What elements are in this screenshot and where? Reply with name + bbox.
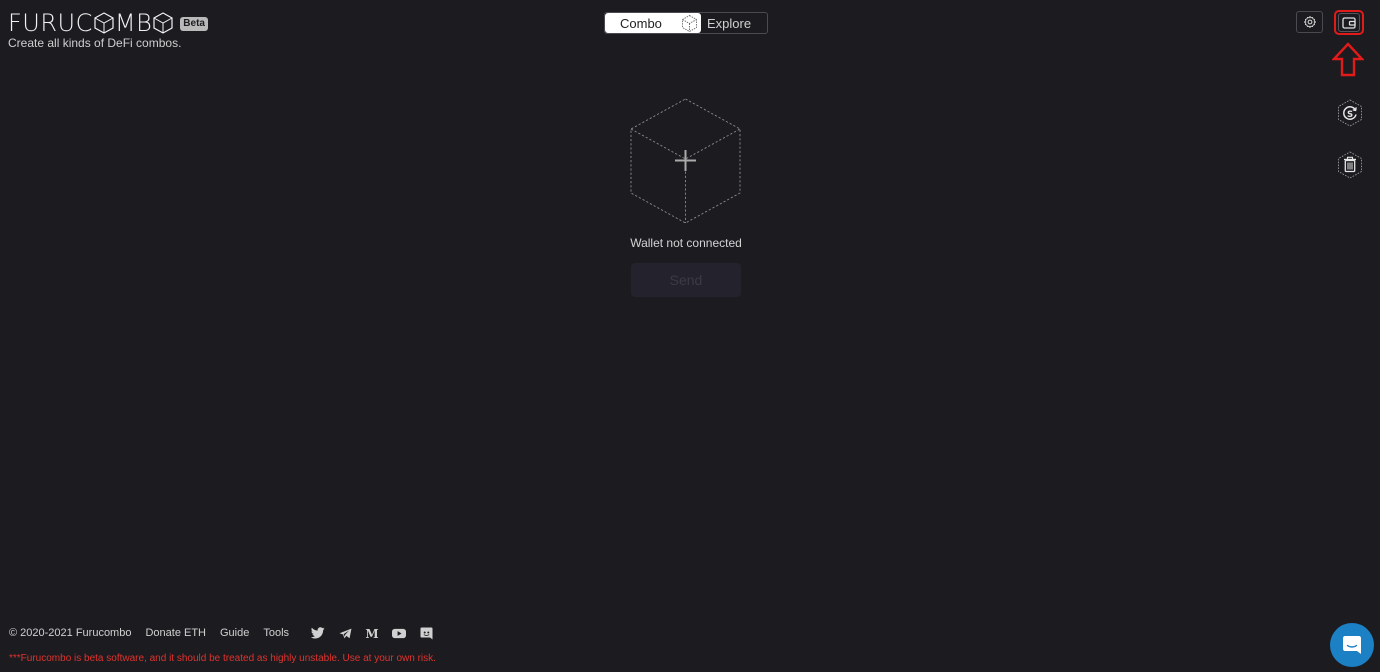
footer: © 2020-2021 Furucombo Donate ETH Guide T… bbox=[9, 625, 446, 641]
sync-coin-icon: S bbox=[1338, 99, 1362, 127]
cube-logo-icon bbox=[153, 12, 173, 34]
send-button-label: Send bbox=[669, 272, 703, 288]
tab-explore[interactable]: Explore bbox=[701, 13, 767, 33]
clear-button[interactable] bbox=[1336, 151, 1364, 179]
telegram-icon[interactable] bbox=[338, 626, 352, 640]
send-button[interactable]: Send bbox=[631, 263, 741, 297]
tab-combo-label: Combo bbox=[620, 15, 662, 31]
chat-launcher-button[interactable] bbox=[1330, 623, 1374, 667]
beta-badge: Beta bbox=[180, 17, 208, 31]
tab-explore-label: Explore bbox=[707, 15, 752, 31]
wallet-status-text: Wallet not connected bbox=[630, 236, 742, 250]
cube-icon bbox=[682, 14, 697, 33]
add-cube-icon[interactable] bbox=[630, 98, 741, 224]
brand-name-part-2: MB bbox=[114, 9, 153, 37]
youtube-icon[interactable] bbox=[392, 626, 407, 640]
tab-combo[interactable]: Combo bbox=[605, 13, 701, 33]
svg-text:M: M bbox=[365, 627, 378, 639]
highlight-arrow-icon bbox=[1332, 42, 1364, 77]
brand-row: FURUC MB Beta bbox=[8, 10, 208, 36]
cube-logo-icon bbox=[94, 12, 114, 34]
brand-name-part-1: FURUC bbox=[8, 9, 93, 37]
discord-icon[interactable] bbox=[419, 626, 433, 640]
svg-text:S: S bbox=[1347, 110, 1353, 120]
app-root: FURUC MB Beta Create all kinds of DeFi c… bbox=[0, 0, 1380, 672]
medium-icon[interactable]: M bbox=[365, 626, 379, 640]
footer-link-donate[interactable]: Donate ETH bbox=[145, 627, 206, 639]
twitter-icon[interactable] bbox=[311, 626, 325, 640]
social-links: M bbox=[311, 626, 446, 640]
trash-icon bbox=[1338, 151, 1362, 179]
beta-disclaimer: ***Furucombo is beta software, and it sh… bbox=[9, 653, 436, 664]
mode-toggle: Combo Explore bbox=[604, 12, 768, 34]
copyright: © 2020-2021 Furucombo bbox=[9, 627, 132, 639]
gear-icon bbox=[1303, 15, 1316, 29]
sync-button[interactable]: S bbox=[1336, 99, 1364, 127]
footer-link-tools[interactable]: Tools bbox=[263, 627, 289, 639]
brand: FURUC MB Beta Create all kinds of DeFi c… bbox=[8, 10, 208, 50]
brand-tagline: Create all kinds of DeFi combos. bbox=[8, 36, 182, 50]
wallet-button-frame bbox=[1338, 13, 1360, 32]
wallet-icon bbox=[1342, 16, 1356, 29]
chat-icon bbox=[1343, 636, 1361, 654]
connect-wallet-button[interactable] bbox=[1334, 10, 1364, 35]
brand-logo[interactable]: FURUC MB bbox=[8, 10, 174, 36]
footer-link-guide[interactable]: Guide bbox=[220, 627, 249, 639]
settings-button[interactable] bbox=[1296, 11, 1323, 33]
